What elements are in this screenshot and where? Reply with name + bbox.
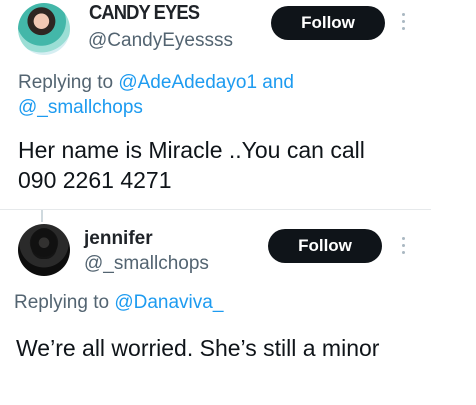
tweet-card: CANDY EYES @CandyEyessss Follow Replying… [0, 0, 476, 210]
user-handle[interactable]: @CandyEyessss [88, 30, 233, 52]
avatar[interactable] [18, 224, 70, 276]
replying-joiner: and [262, 72, 294, 93]
more-dot [402, 251, 405, 254]
display-name[interactable]: jennifer [84, 227, 153, 251]
display-name[interactable]: CANDY EYES [89, 1, 200, 25]
avatar[interactable] [18, 3, 70, 55]
more-options-icon[interactable] [397, 235, 409, 257]
replying-to-line: Replying to @AdeAdedayo1 and [18, 70, 294, 95]
follow-button[interactable]: Follow [271, 6, 385, 40]
more-options-icon[interactable] [397, 11, 409, 33]
tweet-text: Her name is Miracle ..You can call [18, 137, 365, 163]
tweet-text: We’re all worried. She’s still a minor [16, 335, 380, 361]
follow-button[interactable]: Follow [268, 229, 382, 263]
tweet-text: 090 2261 4271 [18, 167, 172, 193]
user-handle[interactable]: @_smallchops [84, 253, 209, 275]
mention-link[interactable]: @AdeAdedayo1 [118, 72, 257, 93]
more-dot [402, 27, 405, 30]
replying-to-prefix: Replying to [18, 72, 114, 93]
mention-link[interactable]: @Danaviva_ [114, 292, 223, 313]
more-dot [402, 244, 405, 247]
replying-to-line: Replying to @Danaviva_ [14, 290, 223, 315]
more-dot [402, 237, 405, 240]
mention-link[interactable]: @_smallchops [18, 97, 143, 118]
replying-to-prefix: Replying to [14, 292, 110, 313]
more-dot [402, 13, 405, 16]
replying-to-line: @_smallchops [18, 95, 143, 120]
more-dot [402, 20, 405, 23]
